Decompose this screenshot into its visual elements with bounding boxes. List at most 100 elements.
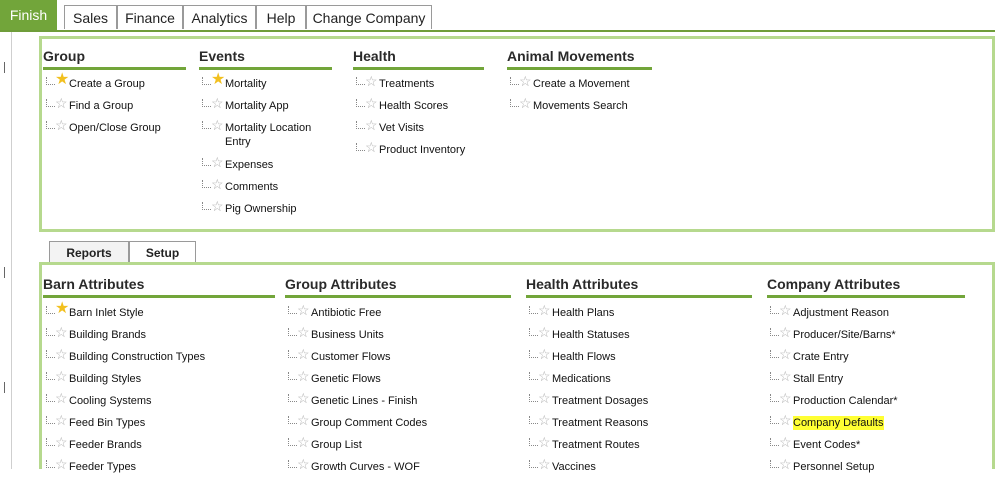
tab-help[interactable]: Help [256,5,306,29]
star-outline-icon[interactable]: ☆ [779,435,792,449]
link-cooling-systems[interactable]: ☆ Cooling Systems [43,391,273,416]
star-outline-icon[interactable]: ☆ [297,435,310,449]
link-treatment-routes[interactable]: ☆ Treatment Routes [526,435,756,460]
star-outline-icon[interactable]: ☆ [519,74,532,88]
star-outline-icon[interactable]: ☆ [297,369,310,383]
link-group-list[interactable]: ☆ Group List [285,435,515,460]
link-product-inventory[interactable]: ☆ Product Inventory [353,140,483,165]
link-company-defaults[interactable]: ☆ Company Defaults [767,413,987,438]
star-outline-icon[interactable]: ☆ [55,118,68,132]
tab-change-company[interactable]: Change Company [306,5,432,29]
star-outline-icon[interactable]: ☆ [538,347,551,361]
star-filled-icon[interactable]: ★ [55,72,69,88]
link-building-styles[interactable]: ☆ Building Styles [43,369,273,394]
link-personnel-setup[interactable]: ☆ Personnel Setup [767,457,987,482]
star-outline-icon[interactable]: ☆ [55,391,68,405]
link-customer-flows[interactable]: ☆ Customer Flows [285,347,515,372]
star-outline-icon[interactable]: ☆ [779,303,792,317]
tree-connector [46,416,55,424]
link-pig-ownership[interactable]: ☆ Pig Ownership [199,199,329,224]
star-outline-icon[interactable]: ☆ [55,96,68,110]
tree-connector [356,99,365,107]
star-outline-icon[interactable]: ☆ [55,435,68,449]
link-business-units[interactable]: ☆ Business Units [285,325,515,350]
star-outline-icon[interactable]: ☆ [779,325,792,339]
link-label: Building Construction Types [69,351,206,363]
link-barn-inlet-style[interactable]: ★ Barn Inlet Style [43,301,273,328]
star-outline-icon[interactable]: ☆ [779,413,792,427]
tab-sales[interactable]: Sales [64,5,117,29]
link-building-brands[interactable]: ☆ Building Brands [43,325,273,350]
star-outline-icon[interactable]: ☆ [297,325,310,339]
star-filled-icon[interactable]: ★ [211,72,225,88]
link-feeder-types[interactable]: ☆ Feeder Types [43,457,273,482]
link-crate-entry[interactable]: ☆ Crate Entry [767,347,987,372]
star-outline-icon[interactable]: ☆ [538,435,551,449]
star-outline-icon[interactable]: ☆ [365,74,378,88]
link-stall-entry[interactable]: ☆ Stall Entry [767,369,987,394]
star-outline-icon[interactable]: ☆ [779,391,792,405]
link-label: Health Scores [379,100,449,112]
tab-analytics[interactable]: Analytics [183,5,256,29]
star-outline-icon[interactable]: ☆ [211,199,224,213]
link-label: Personnel Setup [793,461,875,473]
star-outline-icon[interactable]: ☆ [211,96,224,110]
tab-finance[interactable]: Finance [117,5,183,29]
link-growth-curves-wof[interactable]: ☆ Growth Curves - WOF [285,457,515,482]
link-vaccines[interactable]: ☆ Vaccines [526,457,756,482]
star-outline-icon[interactable]: ☆ [365,96,378,110]
star-outline-icon[interactable]: ☆ [297,303,310,317]
link-event-codes[interactable]: ☆ Event Codes* [767,435,987,460]
star-outline-icon[interactable]: ☆ [779,369,792,383]
link-treatment-reasons[interactable]: ☆ Treatment Reasons [526,413,756,438]
star-outline-icon[interactable]: ☆ [297,347,310,361]
star-outline-icon[interactable]: ☆ [297,413,310,427]
star-outline-icon[interactable]: ☆ [538,391,551,405]
star-outline-icon[interactable]: ☆ [519,96,532,110]
link-health-statuses[interactable]: ☆ Health Statuses [526,325,756,350]
link-producer-site-barns[interactable]: ☆ Producer/Site/Barns* [767,325,987,350]
star-outline-icon[interactable]: ☆ [211,155,224,169]
link-genetic-flows[interactable]: ☆ Genetic Flows [285,369,515,394]
star-outline-icon[interactable]: ☆ [365,118,378,132]
link-feeder-brands[interactable]: ☆ Feeder Brands [43,435,273,460]
star-outline-icon[interactable]: ☆ [55,325,68,339]
link-genetic-lines-finish[interactable]: ☆ Genetic Lines - Finish [285,391,515,416]
link-open-close-group[interactable]: ☆ Open/Close Group [43,118,183,143]
link-health-plans[interactable]: ☆ Health Plans [526,303,756,328]
link-label: Health Plans [552,307,615,319]
star-outline-icon[interactable]: ☆ [538,413,551,427]
link-feed-bin-types[interactable]: ☆ Feed Bin Types [43,413,273,438]
link-health-flows[interactable]: ☆ Health Flows [526,347,756,372]
star-outline-icon[interactable]: ☆ [365,140,378,154]
link-movements-search[interactable]: ☆ Movements Search [507,96,657,121]
star-outline-icon[interactable]: ☆ [538,325,551,339]
link-building-construction-types[interactable]: ☆ Building Construction Types [43,347,273,372]
tree-connector [46,121,55,129]
star-outline-icon[interactable]: ☆ [211,177,224,191]
tab-finish[interactable]: Finish [0,0,57,30]
star-outline-icon[interactable]: ☆ [55,369,68,383]
star-outline-icon[interactable]: ☆ [538,303,551,317]
link-label: Expenses [225,159,274,171]
star-outline-icon[interactable]: ☆ [779,347,792,361]
star-filled-icon[interactable]: ★ [55,301,69,317]
link-treatment-dosages[interactable]: ☆ Treatment Dosages [526,391,756,416]
star-outline-icon[interactable]: ☆ [55,413,68,427]
link-mortality-location-entry[interactable]: ☆ Mortality Location Entry [199,118,329,158]
link-medications[interactable]: ☆ Medications [526,369,756,394]
link-antibiotic-free[interactable]: ☆ Antibiotic Free [285,303,515,328]
star-outline-icon[interactable]: ☆ [297,391,310,405]
quick-links-panel: Group ★ Create a Group ☆ Find a Group ☆ Open/… [39,36,995,232]
link-adjustment-reason[interactable]: ☆ Adjustment Reason [767,303,987,328]
star-outline-icon[interactable]: ☆ [55,347,68,361]
link-group-comment-codes[interactable]: ☆ Group Comment Codes [285,413,515,438]
tree-connector [529,350,538,358]
link-production-calendar[interactable]: ☆ Production Calendar* [767,391,987,416]
link-label: Mortality Location Entry [225,122,312,148]
star-outline-icon[interactable]: ☆ [211,118,224,132]
link-label: Building Brands [69,329,147,341]
tab-reports[interactable]: Reports [49,241,129,264]
link-label: Group Comment Codes [311,417,428,429]
star-outline-icon[interactable]: ☆ [538,369,551,383]
